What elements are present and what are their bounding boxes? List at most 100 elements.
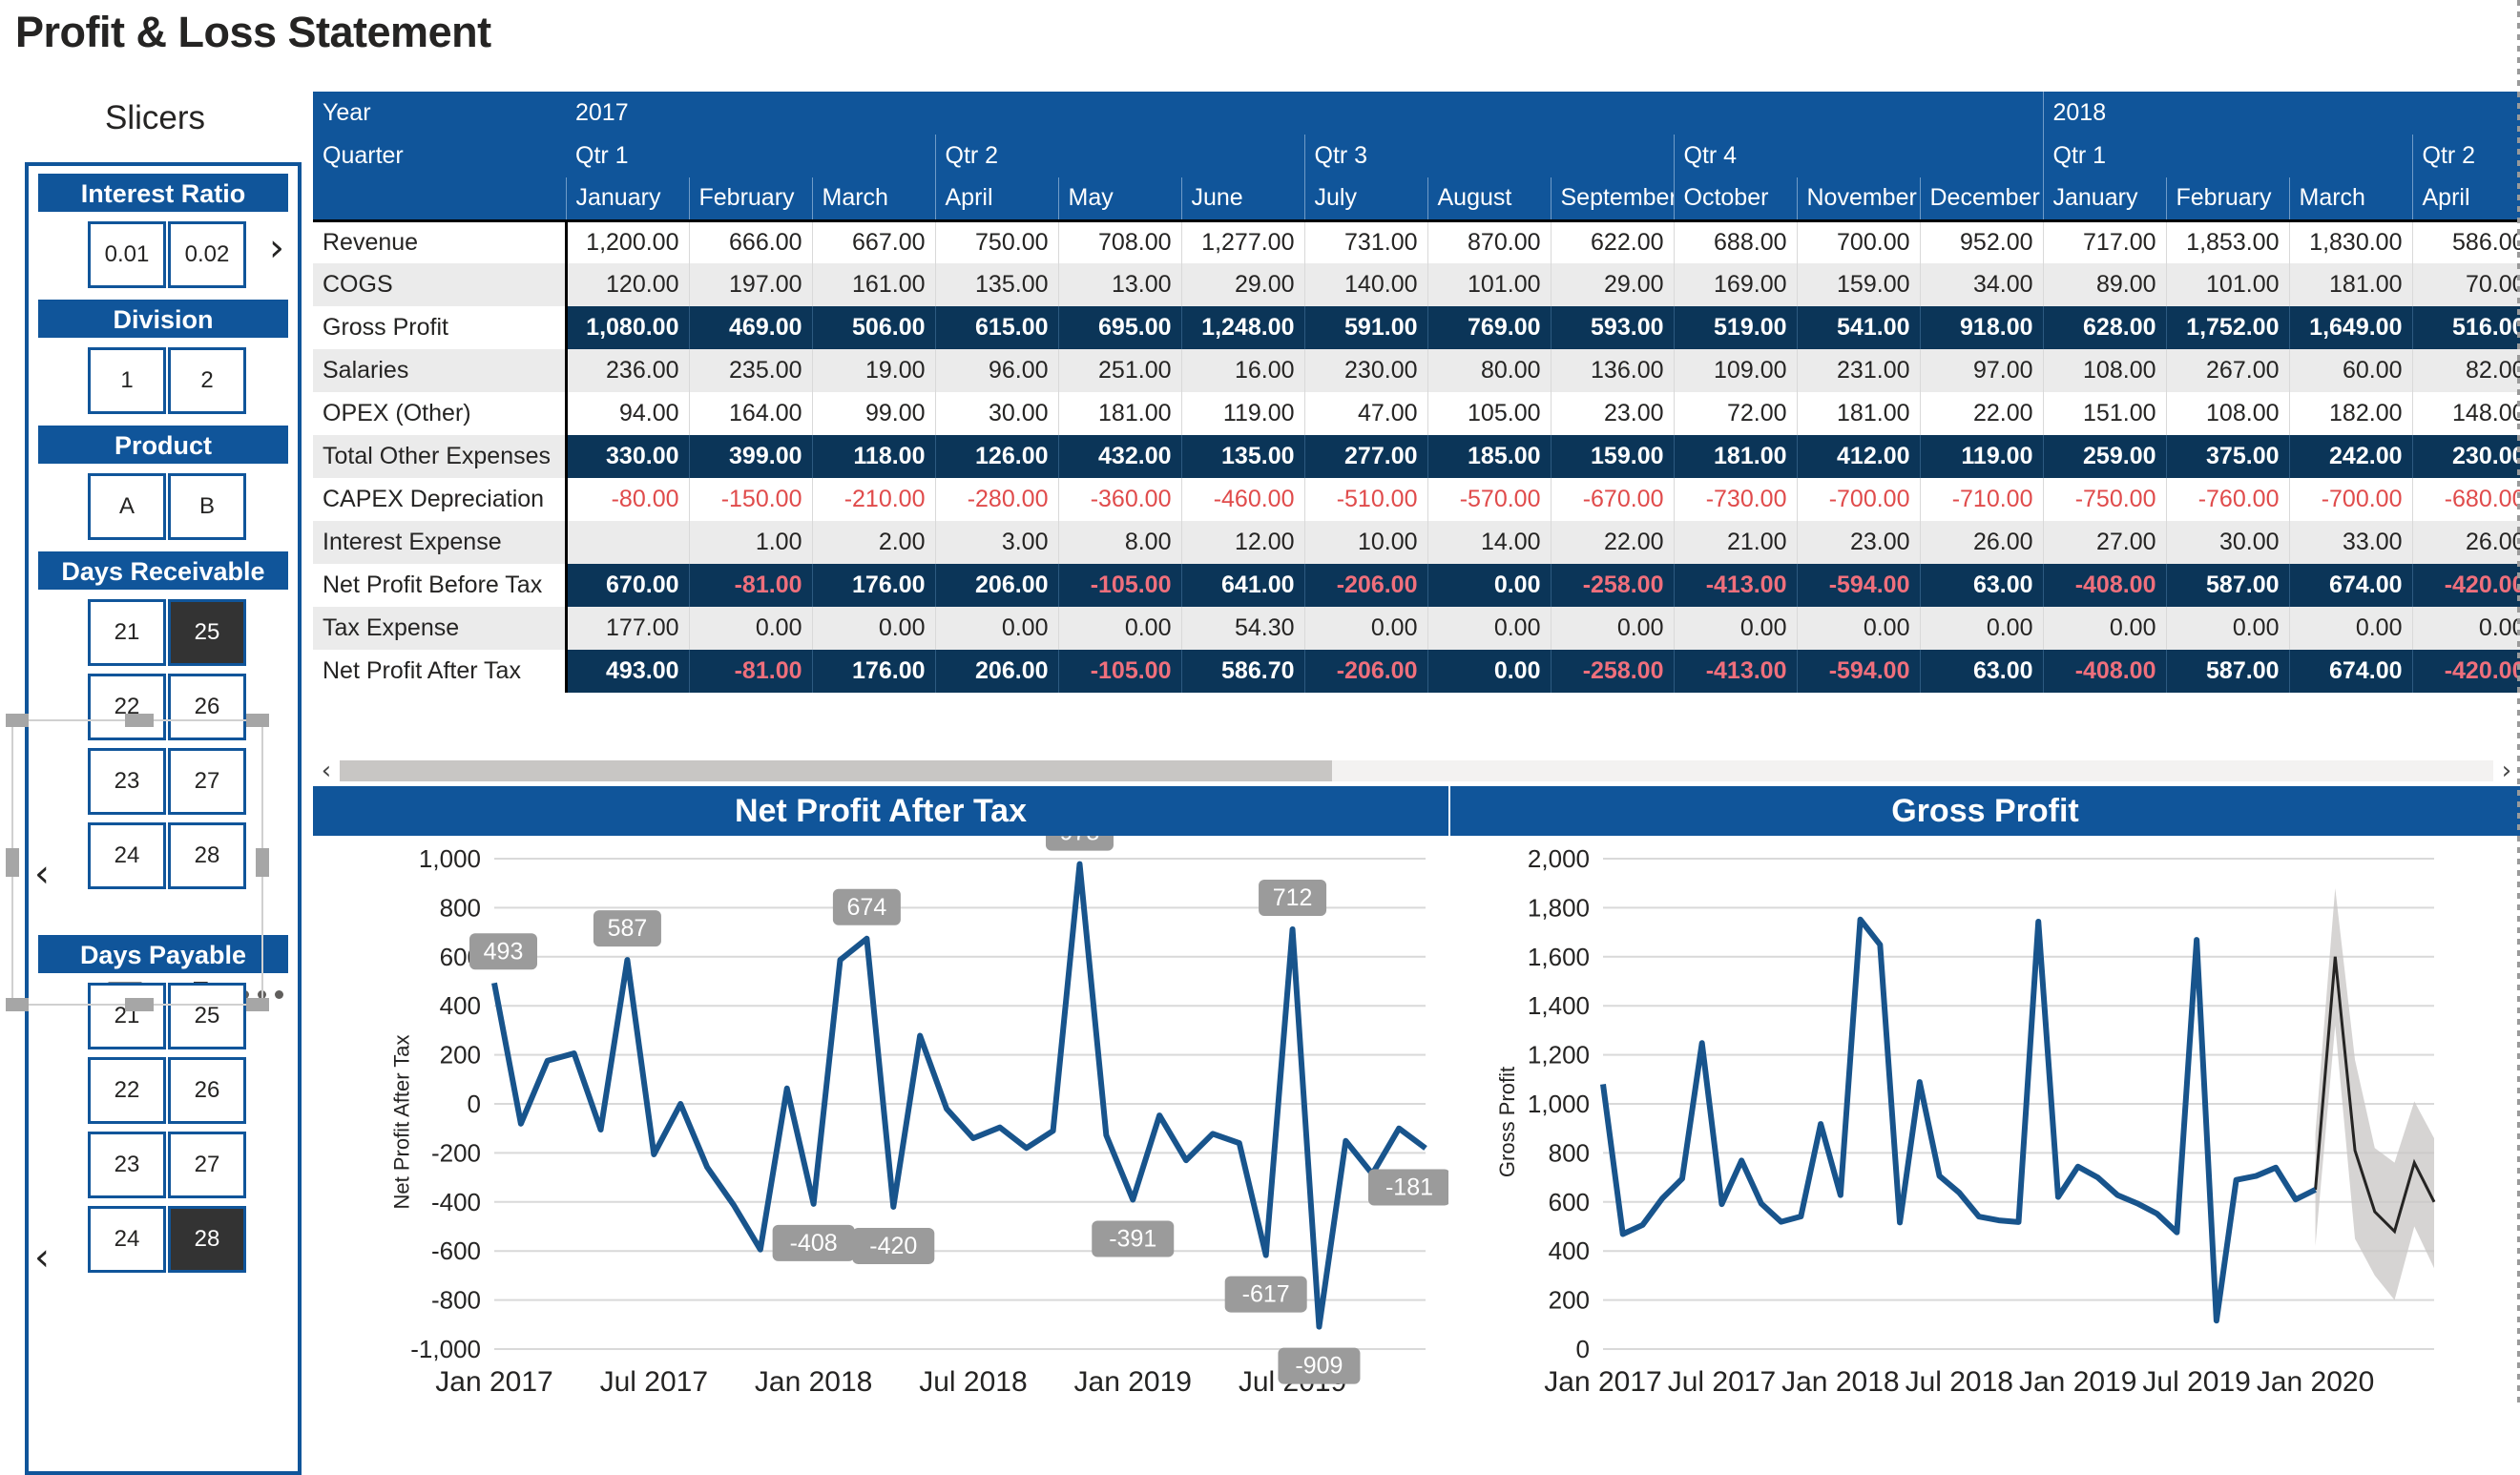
matrix-cell: 0.00 [1303,607,1427,650]
matrix-cell: 399.00 [688,435,812,478]
matrix-row[interactable]: Revenue 1,200.00 666.00 667.00 750.00 708.00 1… [313,218,2520,263]
pl-matrix-table[interactable]: Year 2017 2018 Quarter Qtr 1 Qtr 2 Qtr 3… [313,92,2520,721]
matrix-cell: 2.00 [811,521,935,564]
matrix-cell: 695.00 [1057,306,1181,349]
scrollbar-thumb[interactable] [340,760,1332,781]
scroll-right-arrow[interactable]: › [2493,757,2520,785]
slicer-next-arrow-interest[interactable]: › [269,229,284,267]
matrix-row[interactable]: Interest Expense 1.00 2.00 3.00 8.00 12.00 10.… [313,521,2520,564]
slicer-tile-dp-23[interactable]: 23 [88,1132,166,1198]
resize-handle-s[interactable] [125,998,154,1011]
slicer-tile-dp-27[interactable]: 27 [168,1132,246,1198]
slicer-title-interest-ratio: Interest Ratio [38,174,288,212]
matrix-cell: 19.00 [811,349,935,392]
matrix-cell: 206.00 [934,564,1058,607]
matrix-cell: 259.00 [2042,435,2166,478]
slicer-tile-dp-26[interactable]: 26 [168,1057,246,1124]
matrix-cell: 63.00 [1919,564,2043,607]
slicer-tile-division-1[interactable]: 2 [168,347,246,414]
x-axis-tick: Jan 2020 [2257,1366,2374,1398]
matrix-row[interactable]: Net Profit After Tax 493.00 -81.00 176.00 20… [313,650,2520,693]
matrix-row[interactable]: CAPEX Depreciation -80.00 -150.00 -210.00 -2… [313,478,2520,521]
matrix-cell: 251.00 [1057,349,1181,392]
slicer-tile-product-0[interactable]: A [88,473,166,540]
resize-handle-w[interactable] [6,848,19,877]
matrix-cell: 519.00 [1673,306,1797,349]
matrix-cell: 230.00 [1303,349,1427,392]
matrix-cell: 60.00 [2288,349,2412,392]
scrollbar-track[interactable] [340,760,2493,781]
matrix-cell: -460.00 [1180,478,1304,521]
matrix-month-3: April [934,177,1058,220]
svg-text:712: 712 [1273,884,1313,911]
matrix-row[interactable]: Total Other Expenses 330.00 399.00 118.00 12… [313,435,2520,478]
resize-handle-se[interactable] [246,998,269,1011]
resize-handle-e[interactable] [256,848,269,877]
matrix-row[interactable]: Gross Profit 1,080.00 469.00 506.00 615.00 69… [313,306,2520,349]
matrix-month-1: February [688,177,812,220]
slicer-tile-dp-22[interactable]: 22 [88,1057,166,1124]
chart-body-net-profit: Net Profit After Tax 1,000 800 600 400 200 0-… [313,836,1448,1408]
matrix-cell: 159.00 [1796,263,1920,306]
resize-handle-nw[interactable] [6,714,29,727]
slicer-tile-product-1[interactable]: B [168,473,246,540]
svg-text:493: 493 [484,938,524,965]
matrix-cell: 72.00 [1673,392,1797,435]
matrix-cell: 267.00 [2165,349,2289,392]
y-axis-tick: 0 [1576,1335,1590,1363]
matrix-cell: 0.00 [1673,607,1797,650]
matrix-horizontal-scrollbar[interactable]: ‹ › [313,757,2520,785]
matrix-cell: 641.00 [1180,564,1304,607]
matrix-cell: -206.00 [1303,564,1427,607]
resize-handle-sw[interactable] [6,998,29,1011]
matrix-cell: 1,853.00 [2165,218,2289,263]
slicer-tile-interest-1[interactable]: 0.02 [168,221,246,288]
matrix-row[interactable]: Tax Expense 177.00 0.00 0.00 0.00 0.00 54.30 0.… [313,607,2520,650]
matrix-cell: 14.00 [1427,521,1551,564]
slicer-tile-dp-28[interactable]: 28 [168,1206,246,1273]
matrix-cell: -750.00 [2042,478,2166,521]
matrix-cell: 670.00 [564,564,689,607]
matrix-cell: 135.00 [934,263,1058,306]
slicer-title-days-receivable: Days Receivable [38,551,288,590]
matrix-cell: -700.00 [2288,478,2412,521]
matrix-cell: 161.00 [811,263,935,306]
matrix-cell: 236.00 [564,349,689,392]
matrix-cell: 516.00 [2411,306,2520,349]
slicer-tile-dr-21[interactable]: 21 [88,599,166,666]
matrix-cell: 181.00 [1057,392,1181,435]
matrix-cell: 0.00 [2288,607,2412,650]
matrix-cell: -210.00 [811,478,935,521]
matrix-month-6: July [1303,177,1427,220]
matrix-row[interactable]: Net Profit Before Tax 670.00 -81.00 176.00 2… [313,564,2520,607]
slicer-tile-dp-24[interactable]: 24 [88,1206,166,1273]
matrix-body: Revenue 1,200.00 666.00 667.00 750.00 708.00 1… [313,218,2520,693]
resize-handle-n[interactable] [125,714,154,727]
matrix-cell: 0.00 [811,607,935,650]
chart-net-profit-after-tax[interactable]: Net Profit After Tax Net Profit After Ta… [313,786,1448,1408]
matrix-row[interactable]: Salaries 236.00 235.00 19.00 96.00 251.00 16.0… [313,349,2520,392]
matrix-cell: 70.00 [2411,263,2520,306]
resize-handle-ne[interactable] [246,714,269,727]
matrix-cell [564,521,689,564]
matrix-cell: 136.00 [1550,349,1674,392]
chart-data-label: 712 [1259,880,1327,917]
slicer-tile-interest-0[interactable]: 0.01 [88,221,166,288]
matrix-cell: -258.00 [1550,564,1674,607]
slicer-prev-arrow-days-payable[interactable]: ‹ [34,1238,50,1277]
matrix-month-12: January [2042,177,2166,220]
matrix-cell: -105.00 [1057,564,1181,607]
slicer-tile-dr-25[interactable]: 25 [168,599,246,666]
matrix-cell: 0.00 [2411,607,2520,650]
scroll-left-arrow[interactable]: ‹ [313,757,340,785]
slicers-heading: Slicers [104,99,206,136]
matrix-cell: 242.00 [2288,435,2412,478]
slicer-tile-division-0[interactable]: 1 [88,347,166,414]
matrix-row[interactable]: COGS 120.00 197.00 161.00 135.00 13.00 29.00 14… [313,263,2520,306]
chart-gross-profit[interactable]: Gross Profit Gross Profit 2,000 1,800 1,60… [1450,786,2520,1408]
chart-data-label: 674 [832,888,901,925]
svg-text:-617: -617 [1242,1281,1290,1308]
matrix-row[interactable]: OPEX (Other) 94.00 164.00 99.00 30.00 181.00 1… [313,392,2520,435]
matrix-cell: 587.00 [2165,564,2289,607]
matrix-cell: 375.00 [2165,435,2289,478]
